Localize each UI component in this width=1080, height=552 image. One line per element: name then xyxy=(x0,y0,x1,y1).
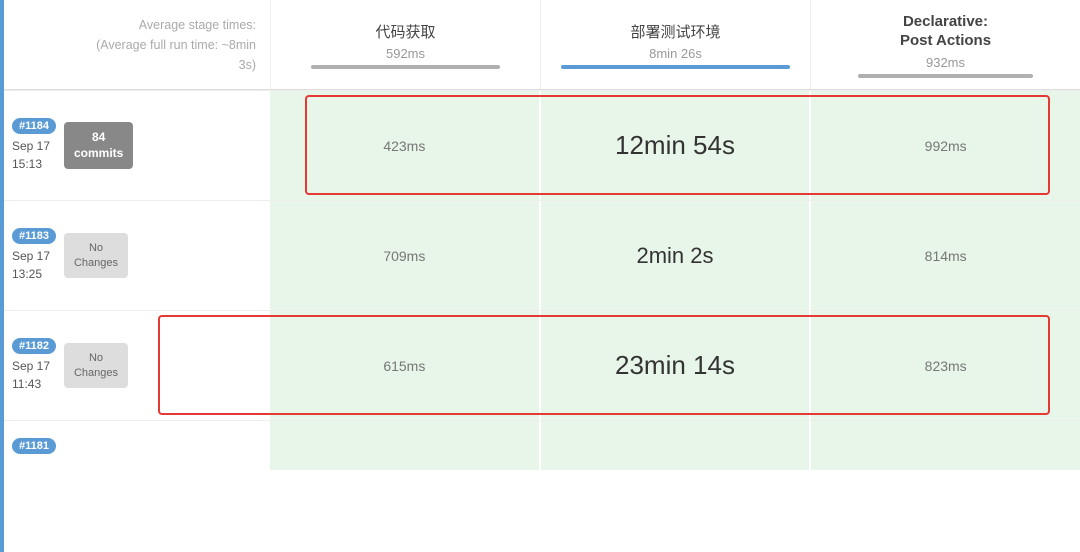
run-1182-cell-3: 823ms xyxy=(811,311,1080,420)
col2-label: 部署测试环境 xyxy=(630,21,720,42)
run-1182-cells: 615ms 23min 14s 823ms xyxy=(270,310,1080,420)
run-1181-id: #1181 xyxy=(12,438,56,454)
run-1183-badge: #1183 Sep 1713:25 xyxy=(12,228,56,283)
col3-label: Declarative:Post Actions xyxy=(900,12,991,51)
run-1184-datetime: Sep 1715:13 xyxy=(12,137,56,173)
bottom-fade xyxy=(0,492,1080,552)
col1-label: 代码获取 xyxy=(375,21,435,42)
col3-bar xyxy=(858,74,1033,78)
avg-header: Average stage times: (Average full run t… xyxy=(0,0,270,89)
run-1183-id: #1183 xyxy=(12,228,56,244)
run-1184-info: #1184 Sep 1715:13 84commits xyxy=(0,90,270,200)
run-1183-cell-1: 709ms xyxy=(270,201,541,310)
run-1181-cell-2 xyxy=(541,421,812,470)
run-1181-cells xyxy=(270,420,1080,470)
run-row-1183: #1183 Sep 1713:25 NoChanges 709ms 2min 2… xyxy=(0,200,1080,310)
col1-bar xyxy=(311,65,499,69)
run-1181-info: #1181 xyxy=(0,420,270,470)
run-1184-cell-3: 992ms xyxy=(811,91,1080,200)
avg-full-label: (Average full run time: ~8min xyxy=(96,35,256,55)
run-1181-cell-3 xyxy=(811,421,1080,470)
run-1184-commits: 84commits xyxy=(64,122,133,169)
run-1182-no-changes: NoChanges xyxy=(64,343,128,388)
run-1182-cell-2: 23min 14s xyxy=(541,311,812,420)
run-1181-badge: #1181 xyxy=(12,438,56,454)
run-1183-cells: 709ms 2min 2s 814ms xyxy=(270,200,1080,310)
main-container: Average stage times: (Average full run t… xyxy=(0,0,1080,552)
run-1184-cell-1: 423ms xyxy=(270,91,541,200)
run-1182-datetime: Sep 1711:43 xyxy=(12,357,56,393)
avg-suffix: 3s) xyxy=(96,55,256,75)
run-1183-cell-3: 814ms xyxy=(811,201,1080,310)
col2-avg: 8min 26s xyxy=(649,46,702,61)
avg-label: Average stage times: xyxy=(96,15,256,35)
run-1183-datetime: Sep 1713:25 xyxy=(12,247,56,283)
run-1183-cell-2: 2min 2s xyxy=(541,201,812,310)
run-1182-cell-1: 615ms xyxy=(270,311,541,420)
run-row-1184: #1184 Sep 1715:13 84commits 423ms 12min … xyxy=(0,90,1080,200)
run-1183-info: #1183 Sep 1713:25 NoChanges xyxy=(0,200,270,310)
run-1182-badge: #1182 Sep 1711:43 xyxy=(12,338,56,393)
run-1182-info: #1182 Sep 1711:43 NoChanges xyxy=(0,310,270,420)
col2-bar xyxy=(561,65,790,69)
run-1184-badge: #1184 Sep 1715:13 xyxy=(12,118,56,173)
left-indicator-bar xyxy=(0,0,4,552)
run-row-1182: #1182 Sep 1711:43 NoChanges 615ms 23min … xyxy=(0,310,1080,420)
col3-avg: 932ms xyxy=(926,55,965,70)
col1-avg: 592ms xyxy=(386,46,425,61)
col-header-1: 代码获取 592ms xyxy=(270,0,540,89)
run-1184-id: #1184 xyxy=(12,118,56,134)
run-1181-cell-1 xyxy=(270,421,541,470)
run-1184-cells: 423ms 12min 54s 992ms xyxy=(270,90,1080,200)
run-row-1181: #1181 xyxy=(0,420,1080,470)
run-1184-cell-2: 12min 54s xyxy=(541,91,812,200)
run-1183-no-changes: NoChanges xyxy=(64,233,128,278)
column-headers: 代码获取 592ms 部署测试环境 8min 26s Declarative:P… xyxy=(270,0,1080,89)
col-header-3: Declarative:Post Actions 932ms xyxy=(810,0,1080,89)
col-header-2: 部署测试环境 8min 26s xyxy=(540,0,810,89)
run-1182-id: #1182 xyxy=(12,338,56,354)
